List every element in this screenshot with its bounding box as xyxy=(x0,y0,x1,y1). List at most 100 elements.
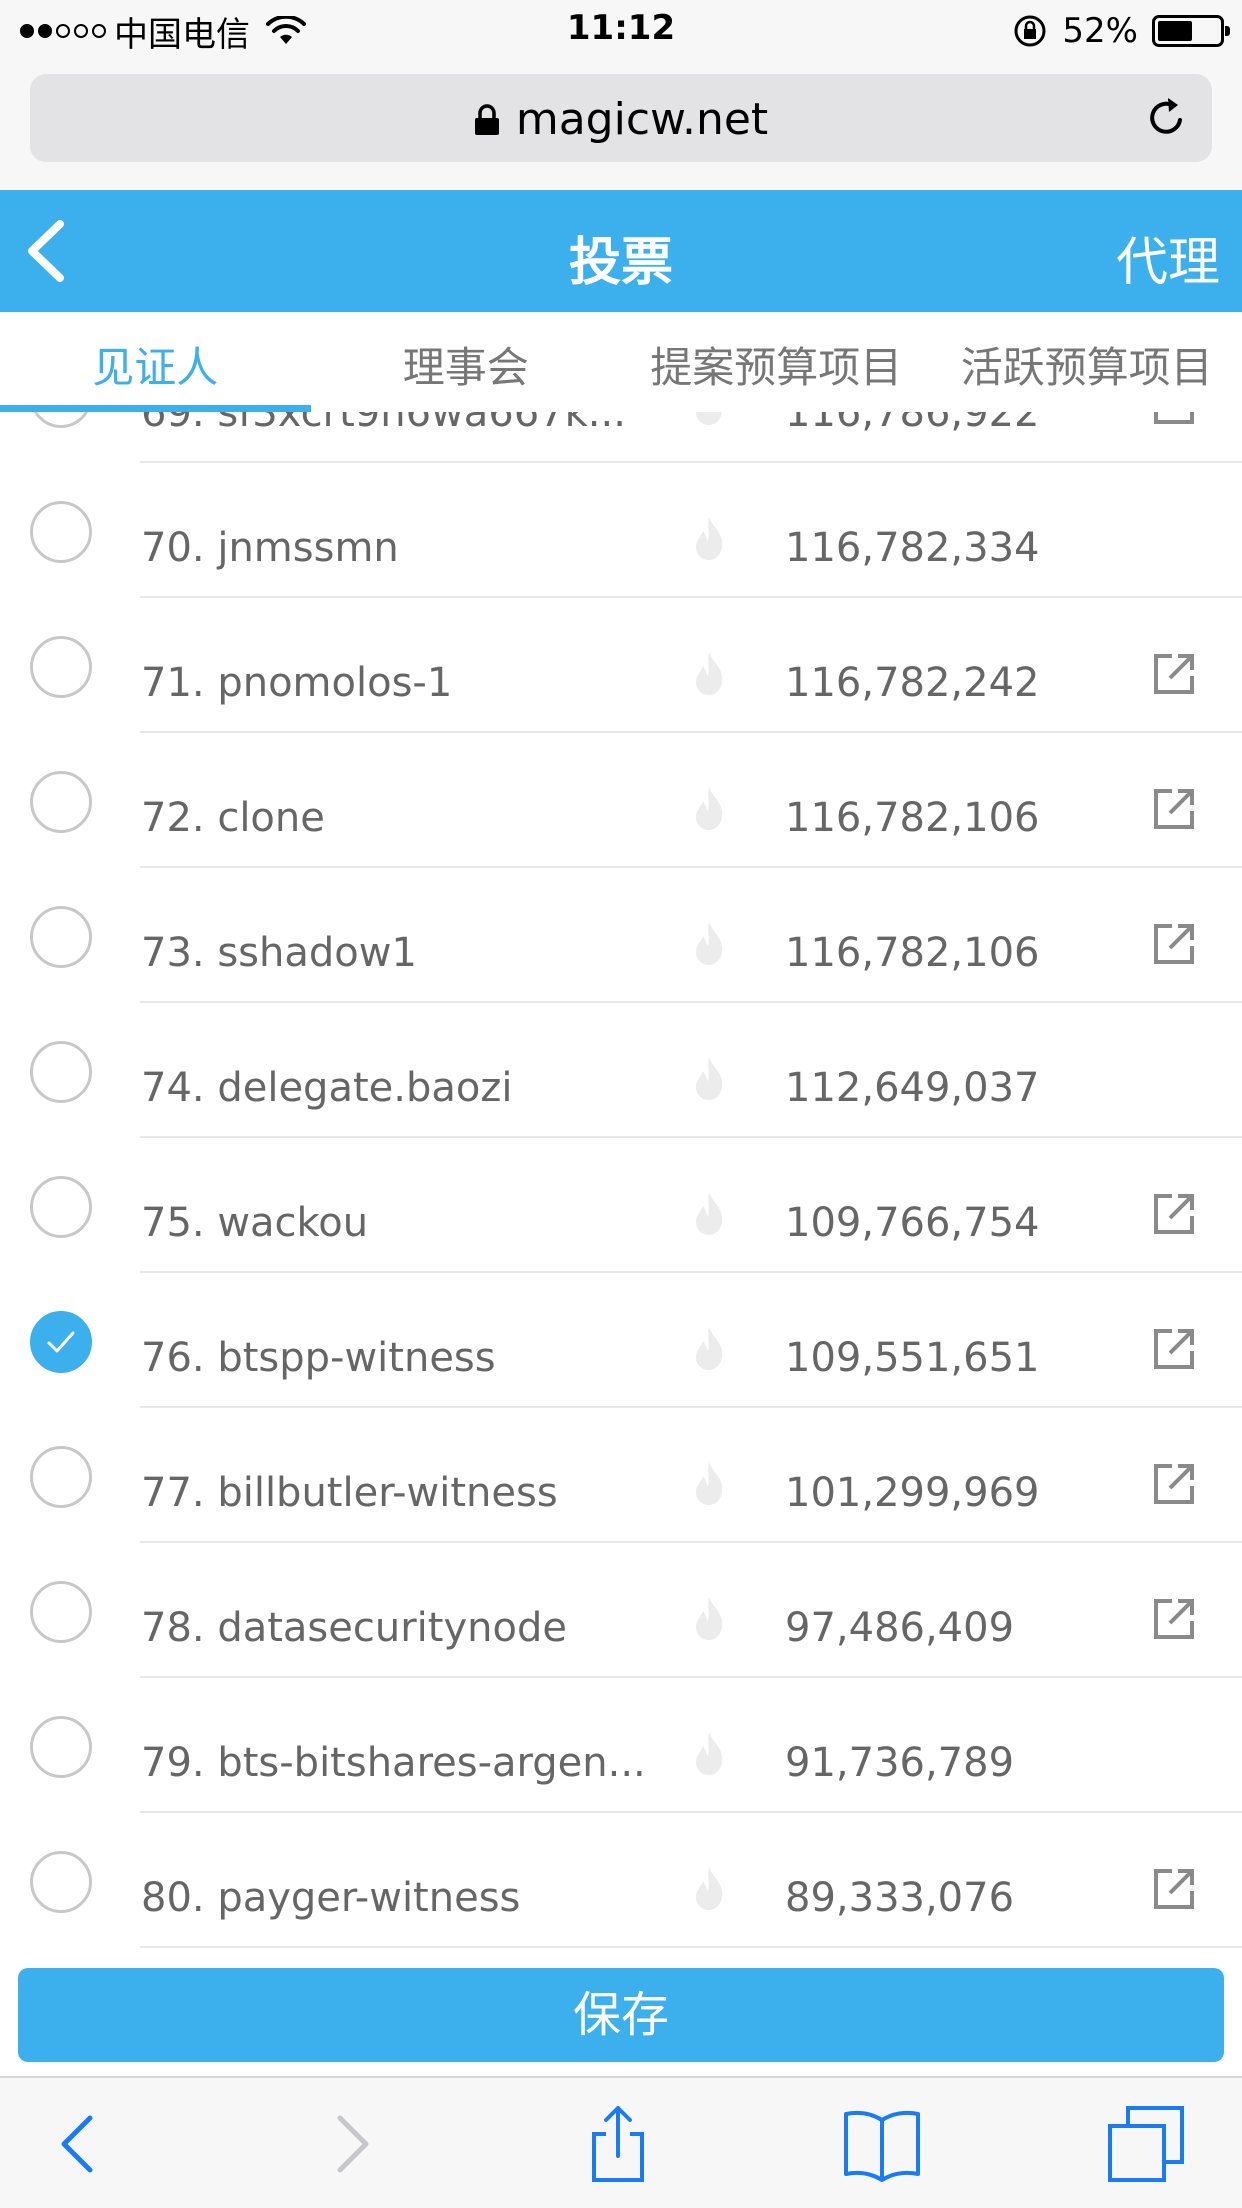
tab-bar: 见证人 理事会 提案预算项目 活跃预算项目 xyxy=(0,312,1242,412)
address-bar[interactable]: magicw.net xyxy=(30,74,1212,162)
external-link-icon[interactable] xyxy=(1152,787,1196,831)
external-link-icon[interactable] xyxy=(1152,652,1196,696)
row-divider xyxy=(140,1946,1242,1948)
radio-unchecked[interactable] xyxy=(30,771,92,833)
witness-name: 72. clone xyxy=(141,795,325,841)
app-header: 投票 代理 xyxy=(0,190,1242,312)
rotation-lock-icon xyxy=(1014,15,1046,47)
witness-row[interactable]: 77. billbutler-witness 101,299,969 xyxy=(0,1408,1242,1543)
radio-unchecked[interactable] xyxy=(30,1851,92,1913)
fire-icon xyxy=(696,1597,723,1640)
witness-name: 71. pnomolos-1 xyxy=(141,660,453,706)
save-button[interactable]: 保存 xyxy=(18,1968,1224,2062)
external-link-icon[interactable] xyxy=(1152,1597,1196,1641)
fire-icon xyxy=(696,1867,723,1910)
witness-votes: 116,782,106 xyxy=(785,795,1040,841)
save-area: 保存 xyxy=(0,1952,1242,2076)
fire-icon xyxy=(696,1732,723,1775)
witness-row[interactable]: 75. wackou 109,766,754 xyxy=(0,1138,1242,1273)
witness-name: 76. btspp-witness xyxy=(141,1335,496,1381)
tab-active-budget[interactable]: 活跃预算项目 xyxy=(932,312,1242,412)
external-link-icon[interactable] xyxy=(1152,1192,1196,1236)
fire-icon xyxy=(696,517,723,560)
witness-votes: 116,782,334 xyxy=(785,525,1040,571)
tab-witnesses[interactable]: 见证人 xyxy=(0,312,311,412)
witness-name: 70. jnmssmn xyxy=(141,525,399,571)
fire-icon xyxy=(696,1462,723,1505)
radio-unchecked[interactable] xyxy=(30,1041,92,1103)
witness-name: 75. wackou xyxy=(141,1200,369,1246)
radio-unchecked[interactable] xyxy=(30,906,92,968)
witness-votes: 101,299,969 xyxy=(785,1470,1040,1516)
witness-votes: 109,551,651 xyxy=(785,1335,1040,1381)
external-link-icon[interactable] xyxy=(1152,1867,1196,1911)
witness-row[interactable]: 70. jnmssmn 116,782,334 xyxy=(0,463,1242,598)
witness-list[interactable]: 69. sf3xcrt9n6wa667k... 116,786,922 70. jn… xyxy=(0,412,1242,1952)
witness-votes: 91,736,789 xyxy=(785,1740,1015,1786)
reload-icon[interactable] xyxy=(1142,94,1190,142)
fire-icon xyxy=(696,652,723,695)
status-bar: 中国电信 11:12 52% xyxy=(0,0,1242,62)
fire-icon xyxy=(696,922,723,965)
tab-proposed-budget[interactable]: 提案预算项目 xyxy=(621,312,932,412)
witness-row[interactable]: 69. sf3xcrt9n6wa667k... 116,786,922 xyxy=(0,412,1242,463)
fire-icon xyxy=(696,787,723,830)
page-title: 投票 xyxy=(568,233,673,293)
tabs-icon[interactable] xyxy=(1106,2104,1186,2184)
witness-row[interactable]: 78. datasecuritynode 97,486,409 xyxy=(0,1543,1242,1678)
external-link-icon[interactable] xyxy=(1152,922,1196,966)
battery-level xyxy=(1158,21,1193,41)
external-link-icon[interactable] xyxy=(1152,412,1196,426)
radio-unchecked[interactable] xyxy=(30,1176,92,1238)
radio-unchecked[interactable] xyxy=(30,412,92,428)
share-icon[interactable] xyxy=(578,2104,658,2184)
witness-row[interactable]: 73. sshadow1 116,782,106 xyxy=(0,868,1242,1003)
witness-votes: 89,333,076 xyxy=(785,1875,1015,1921)
browser-forward-icon[interactable] xyxy=(312,2104,392,2184)
padlock-icon xyxy=(474,103,499,135)
witness-row[interactable]: 74. delegate.baozi 112,649,037 xyxy=(0,1003,1242,1138)
witness-name: 73. sshadow1 xyxy=(141,930,417,976)
fire-icon xyxy=(696,412,722,425)
witness-votes: 116,782,242 xyxy=(785,660,1040,706)
proxy-button[interactable]: 代理 xyxy=(1116,220,1220,295)
fire-icon xyxy=(696,1192,723,1235)
witness-name: 74. delegate.baozi xyxy=(141,1065,513,1111)
witness-votes: 116,782,106 xyxy=(785,930,1040,976)
radio-unchecked[interactable] xyxy=(30,1581,92,1643)
witness-votes: 112,649,037 xyxy=(785,1065,1040,1111)
witness-row[interactable]: 79. bts-bitshares-argen... 91,736,789 xyxy=(0,1678,1242,1813)
bookmarks-icon[interactable] xyxy=(842,2104,922,2184)
witness-votes: 116,786,922 xyxy=(785,412,1040,436)
browser-url-area: magicw.net xyxy=(0,62,1242,190)
radio-checked[interactable] xyxy=(30,1311,92,1373)
battery-percent: 52% xyxy=(1062,11,1138,51)
witness-name: 78. datasecuritynode xyxy=(141,1605,567,1651)
battery-icon xyxy=(1152,15,1230,47)
tab-council[interactable]: 理事会 xyxy=(311,312,622,412)
radio-unchecked[interactable] xyxy=(30,1446,92,1508)
browser-back-icon[interactable] xyxy=(38,2104,118,2184)
witness-row[interactable]: 71. pnomolos-1 116,782,242 xyxy=(0,598,1242,733)
witness-votes: 97,486,409 xyxy=(785,1605,1015,1651)
radio-unchecked[interactable] xyxy=(30,501,92,563)
checkmark-icon xyxy=(47,1331,75,1353)
url-text: magicw.net xyxy=(515,94,769,145)
witness-votes: 109,766,754 xyxy=(785,1200,1040,1246)
url-display[interactable]: magicw.net xyxy=(30,94,1212,145)
radio-unchecked[interactable] xyxy=(30,636,92,698)
witness-name: 77. billbutler-witness xyxy=(141,1470,558,1516)
witness-name: 69. sf3xcrt9n6wa667k... xyxy=(141,412,626,436)
witness-row[interactable]: 72. clone 116,782,106 xyxy=(0,733,1242,868)
external-link-icon[interactable] xyxy=(1152,1327,1196,1371)
witness-name: 79. bts-bitshares-argen... xyxy=(141,1740,646,1786)
witness-row[interactable]: 76. btspp-witness 109,551,651 xyxy=(0,1273,1242,1408)
witness-row[interactable]: 80. payger-witness 89,333,076 xyxy=(0,1813,1242,1948)
radio-unchecked[interactable] xyxy=(30,1716,92,1778)
browser-toolbar xyxy=(0,2076,1242,2208)
status-right: 52% xyxy=(1012,8,1230,54)
witness-name: 80. payger-witness xyxy=(141,1875,521,1921)
external-link-icon[interactable] xyxy=(1152,1462,1196,1506)
fire-icon xyxy=(696,1327,723,1370)
fire-icon xyxy=(696,1057,723,1100)
